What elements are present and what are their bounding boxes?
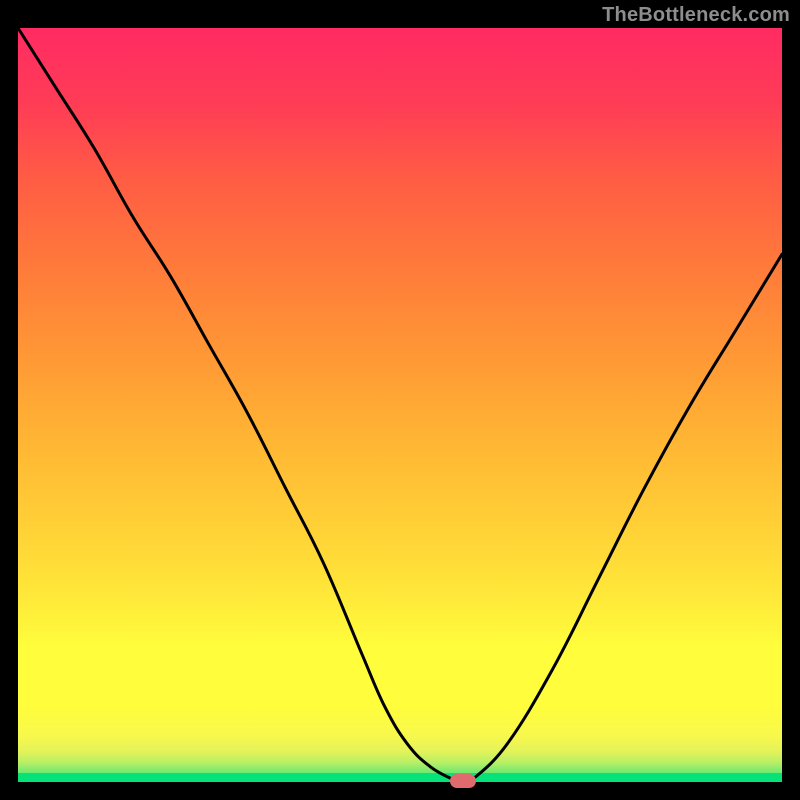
- plot-area: [18, 28, 782, 782]
- watermark-text: TheBottleneck.com: [602, 4, 790, 27]
- chart-frame: TheBottleneck.com: [0, 0, 800, 800]
- curve-path: [18, 28, 782, 780]
- optimum-marker: [450, 774, 476, 788]
- bottleneck-curve: [18, 28, 782, 782]
